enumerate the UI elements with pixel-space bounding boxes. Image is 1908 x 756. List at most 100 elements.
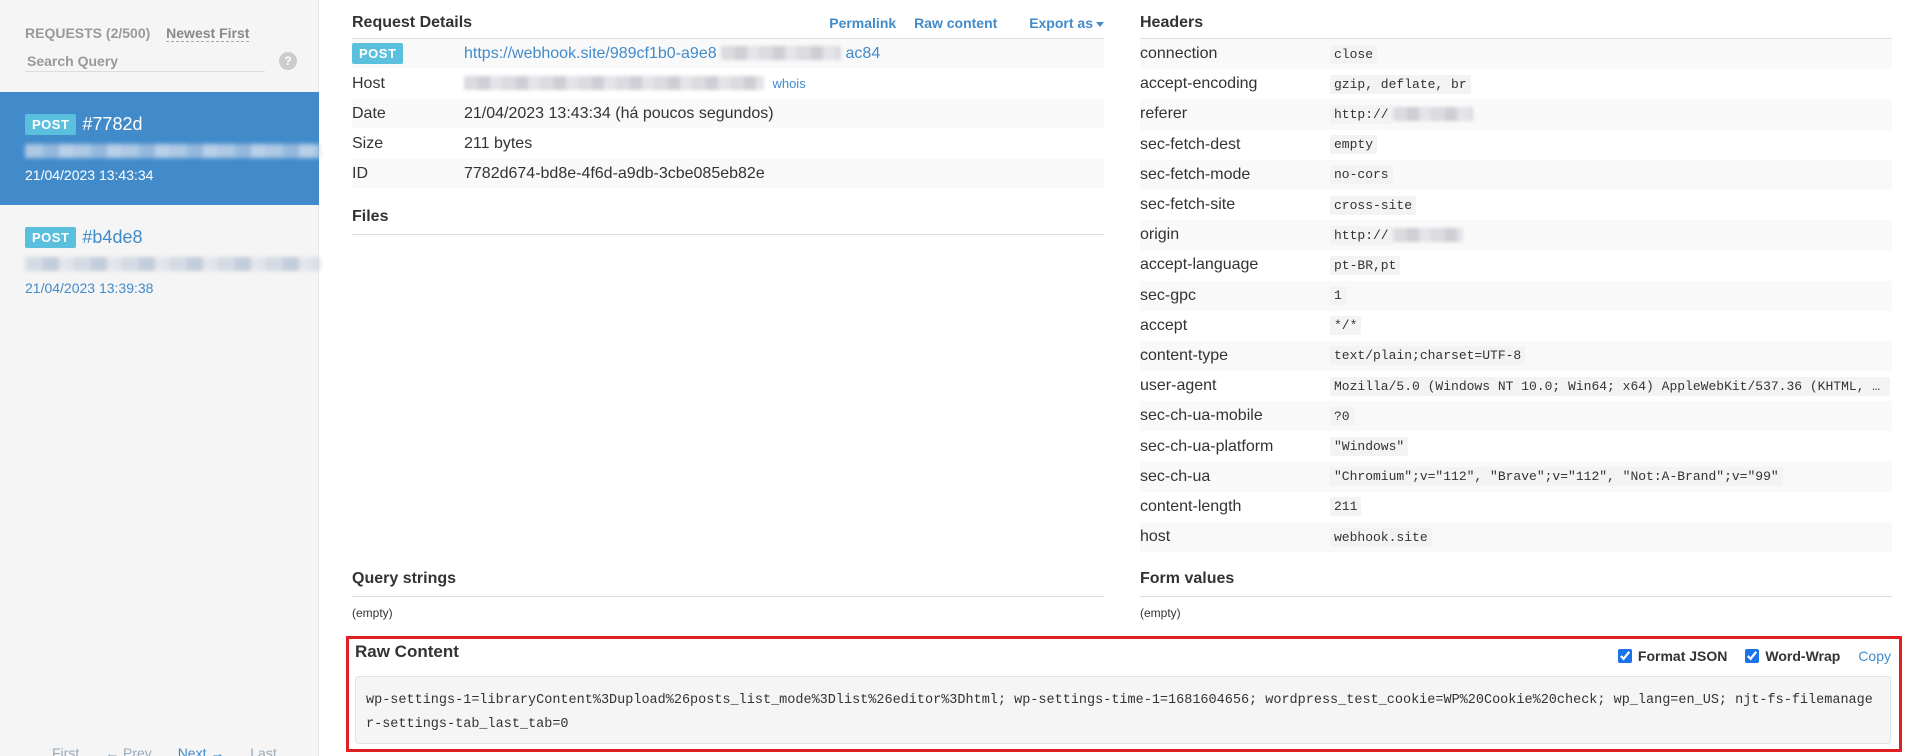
divider: [1140, 596, 1892, 597]
header-value-cell: close: [1330, 44, 1892, 64]
date-value: 21/04/2023 13:43:34 (há poucos segundos): [464, 104, 774, 122]
url-start: https://webhook.site/989cf1b0-a9e8: [464, 44, 717, 62]
raw-content-body[interactable]: wp-settings-1=libraryContent%3Dupload%26…: [355, 676, 1891, 744]
query-strings-title: Query strings: [352, 570, 457, 587]
details-header: Request Details Permalink Raw content Ex…: [352, 12, 1104, 34]
details-row-size: Size 211 bytes: [352, 129, 1104, 159]
pager-last[interactable]: Last: [250, 745, 276, 756]
divider: [352, 596, 1104, 597]
header-value: text/plain;charset=UTF-8: [1330, 346, 1526, 366]
header-key: sec-fetch-site: [1140, 196, 1236, 214]
word-wrap-checkbox[interactable]: [1745, 649, 1760, 663]
request-details: Request Details Permalink Raw content Ex…: [352, 12, 1104, 189]
word-wrap-label: Word-Wrap: [1765, 648, 1841, 664]
header-value-cell: ?0: [1330, 406, 1892, 426]
request-item-7782d[interactable]: POST #7782d 21/04/2023 13:43:34: [0, 92, 320, 205]
header-key: sec-ch-ua-mobile: [1140, 407, 1263, 425]
format-json-option[interactable]: Format JSON: [1617, 648, 1727, 664]
redacted-text: [1392, 107, 1473, 122]
headers-title: Headers: [1140, 14, 1204, 31]
header-value-cell: http://: [1330, 104, 1892, 124]
header-value-cell: webhook.site: [1330, 527, 1892, 547]
requests-header: REQUESTS (2/500) Newest First: [25, 25, 250, 42]
header-row: sec-ch-ua-platform "Windows": [1140, 431, 1892, 461]
raw-content-link[interactable]: Raw content: [914, 15, 997, 31]
request-id: #7782d: [82, 113, 143, 134]
details-row-id: ID 7782d674-bd8e-4f6d-a9db-3cbe085eb82e: [352, 159, 1104, 189]
search-row: ?: [25, 50, 297, 74]
header-value: "Windows": [1330, 437, 1409, 457]
header-row: sec-ch-ua "Chromium";v="112", "Brave";v="…: [1140, 461, 1892, 492]
word-wrap-option[interactable]: Word-Wrap: [1745, 648, 1840, 664]
pager-prev[interactable]: ← Prev: [105, 745, 152, 756]
header-key: content-length: [1140, 497, 1242, 515]
details-actions: Permalink Raw content Export as: [815, 15, 1104, 31]
sidebar: REQUESTS (2/500) Newest First ? POST #77…: [0, 0, 320, 756]
host-label: Host: [352, 74, 385, 92]
header-row: origin http://: [1140, 220, 1892, 251]
details-row-host: Host whois: [352, 69, 1104, 99]
header-value-cell: empty: [1330, 135, 1892, 155]
help-icon[interactable]: ?: [279, 52, 297, 70]
pager-next[interactable]: Next →: [178, 745, 225, 756]
pagination: First ← Prev Next → Last: [52, 745, 299, 756]
details-title: Request Details: [352, 14, 473, 31]
method-badge: POST: [352, 43, 404, 64]
header-row: accept-encoding gzip, deflate, br: [1140, 69, 1892, 99]
header-value-cell: "Chromium";v="112", "Brave";v="112", "No…: [1330, 467, 1892, 487]
header-value: http://: [1330, 104, 1393, 124]
header-row: host webhook.site: [1140, 522, 1892, 553]
method-badge: POST: [25, 113, 77, 135]
format-json-checkbox[interactable]: [1617, 649, 1632, 663]
header-value: http://: [1330, 225, 1393, 245]
header-key: origin: [1140, 226, 1180, 244]
permalink-link[interactable]: Permalink: [829, 15, 896, 31]
header-key: sec-fetch-mode: [1140, 165, 1251, 183]
header-key: sec-gpc: [1140, 286, 1197, 304]
header-value-cell: */*: [1330, 316, 1892, 336]
header-value: */*: [1330, 316, 1362, 336]
export-dropdown[interactable]: Export as: [1015, 15, 1104, 31]
details-row-date: Date 21/04/2023 13:43:34 (há poucos segu…: [352, 99, 1104, 129]
header-key: connection: [1140, 45, 1218, 63]
header-value: pt-BR,pt: [1330, 255, 1401, 275]
header-row: content-type text/plain;charset=UTF-8: [1140, 340, 1892, 372]
header-value: ?0: [1330, 406, 1354, 426]
copy-button[interactable]: Copy: [1858, 648, 1891, 664]
header-row: accept */*: [1140, 311, 1892, 341]
header-value-cell: no-cors: [1330, 165, 1892, 185]
header-value: no-cors: [1330, 165, 1393, 185]
header-value-cell: "Windows": [1330, 437, 1892, 457]
sort-toggle[interactable]: Newest First: [166, 25, 250, 42]
raw-content-header: Raw Content Format JSON Word-Wrap Copy: [355, 642, 1891, 672]
app-window: REQUESTS (2/500) Newest First ? POST #77…: [0, 0, 1908, 756]
date-label: Date: [352, 104, 386, 122]
header-key: sec-fetch-dest: [1140, 135, 1241, 153]
header-row: connection close: [1140, 39, 1892, 70]
header-value-cell: gzip, deflate, br: [1330, 74, 1892, 94]
query-strings-empty: (empty): [352, 606, 393, 620]
search-input[interactable]: [25, 50, 265, 72]
header-row: sec-fetch-mode no-cors: [1140, 159, 1892, 190]
header-value: Mozilla/5.0 (Windows NT 10.0; Win64; x64…: [1330, 376, 1890, 396]
header-row: sec-ch-ua-mobile ?0: [1140, 401, 1892, 432]
header-key: referer: [1140, 105, 1188, 123]
header-value-cell: pt-BR,pt: [1330, 255, 1892, 275]
header-row: accept-language pt-BR,pt: [1140, 250, 1892, 280]
id-label: ID: [352, 164, 368, 182]
header-key: host: [1140, 528, 1171, 546]
pager-first[interactable]: First: [52, 745, 79, 756]
request-item-b4de8[interactable]: POST #b4de8 21/04/2023 13:39:38: [0, 205, 320, 318]
method-badge: POST: [25, 226, 77, 248]
request-url[interactable]: https://webhook.site/989cf1b0-a9e8 ac84: [464, 45, 1104, 63]
header-value: cross-site: [1330, 195, 1417, 215]
header-value-cell: text/plain;charset=UTF-8: [1330, 346, 1892, 366]
header-key: accept: [1140, 316, 1188, 334]
header-key: sec-ch-ua-platform: [1140, 437, 1274, 455]
header-row: sec-fetch-dest empty: [1140, 130, 1892, 160]
header-value: 211: [1330, 497, 1362, 517]
whois-link[interactable]: whois: [772, 76, 805, 91]
size-value: 211 bytes: [464, 134, 533, 152]
header-value: empty: [1330, 135, 1378, 155]
redacted-text: [25, 257, 320, 271]
